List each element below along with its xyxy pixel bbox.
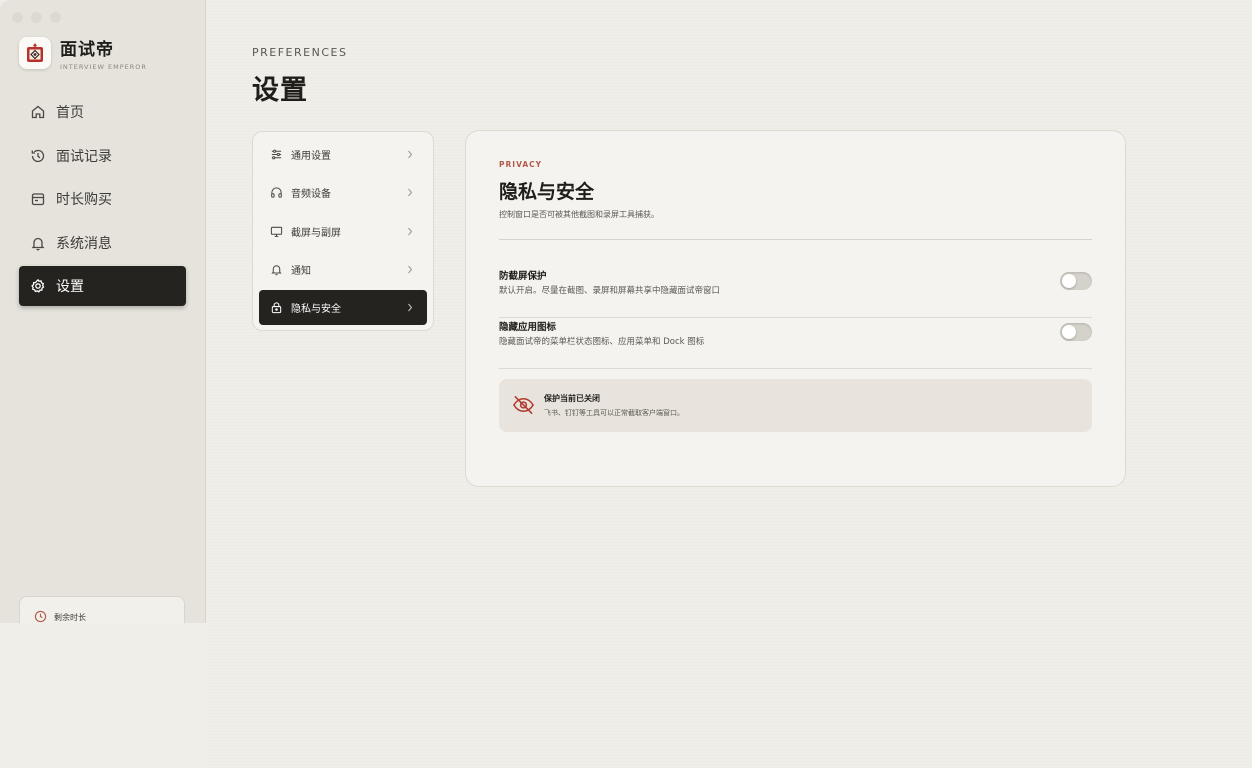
app-name: 面试帝 [60, 40, 114, 60]
sidebar-item-purchase[interactable]: 时长购买 [19, 179, 186, 219]
brand: 面试帝 INTERVIEW EMPEROR [19, 35, 147, 71]
submenu-item-general[interactable]: 通用设置 [259, 137, 427, 172]
page-title: 设置 [252, 75, 308, 106]
zoom-window-button[interactable] [50, 12, 61, 23]
setting-row-anti-screenshot: 防截屏保护 默认开启。尽量在截图、录屏和屏幕共享中隐藏面试帝窗口 [499, 268, 1092, 318]
wallet-icon [31, 193, 45, 206]
bell-icon [271, 265, 282, 276]
privacy-panel: PRIVACY 隐私与安全 控制窗口是否可被其他截图和录屏工具捕获。 防截屏保护… [465, 130, 1126, 487]
hide-app-icon-toggle[interactable] [1060, 323, 1092, 341]
chevron-right-icon [408, 303, 413, 312]
lock-icon [271, 302, 282, 314]
submenu-item-notifications[interactable]: 通知 [259, 252, 427, 287]
toggle-knob [1062, 274, 1076, 288]
setting-row-hide-icon: 隐藏应用图标 隐藏面试帝的菜单栏状态图标、应用菜单和 Dock 图标 [499, 319, 1092, 369]
sidebar-item-history[interactable]: 面试记录 [19, 136, 186, 176]
history-icon [31, 149, 45, 162]
app-subtitle: INTERVIEW EMPEROR [60, 63, 147, 71]
settings-submenu: 通用设置 音频设备 截屏与副屏 通知 隐私与安全 [252, 131, 434, 331]
submenu-item-label: 隐私与安全 [291, 304, 341, 316]
panel-title: 隐私与安全 [499, 181, 595, 203]
setting-label: 隐藏应用图标 [499, 322, 557, 333]
chevron-right-icon [408, 188, 413, 197]
sidebar-item-settings[interactable]: 设置 [19, 266, 186, 306]
remaining-time-label: 剩余时长 [54, 613, 86, 622]
app-window: 面试帝 INTERVIEW EMPEROR 首页 面试记录 时长购买 系统消息 [0, 0, 1252, 768]
setting-label: 防截屏保护 [499, 271, 547, 282]
notice-title: 保护当前已关闭 [544, 394, 600, 403]
sidebar-item-messages[interactable]: 系统消息 [19, 223, 186, 263]
gear-icon [31, 279, 45, 293]
setting-description: 默认开启。尽量在截图、录屏和屏幕共享中隐藏面试帝窗口 [499, 286, 721, 296]
close-window-button[interactable] [12, 12, 23, 23]
sidebar-nav: 首页 面试记录 时长购买 系统消息 设置 [19, 92, 186, 310]
divider [499, 239, 1092, 240]
page-eyebrow: PREFERENCES [252, 46, 348, 59]
minimize-window-button[interactable] [31, 12, 42, 23]
anti-screenshot-toggle[interactable] [1060, 272, 1092, 290]
chevron-right-icon [408, 265, 413, 274]
clock-icon [34, 610, 47, 623]
sidebar-item-home[interactable]: 首页 [19, 92, 186, 132]
chevron-right-icon [408, 227, 413, 235]
submenu-item-label: 通用设置 [291, 151, 331, 162]
emperor-seal-icon [19, 37, 51, 69]
notice-description: 飞书、钉钉等工具可以正常截取客户端窗口。 [544, 409, 684, 417]
submenu-item-label: 音频设备 [291, 189, 331, 201]
sliders-icon [271, 149, 282, 160]
sidebar-bottom-area [0, 623, 210, 768]
submenu-item-privacy[interactable]: 隐私与安全 [259, 290, 427, 326]
toggle-knob [1062, 325, 1076, 339]
window-controls [12, 12, 61, 23]
submenu-item-label: 截屏与副屏 [291, 227, 341, 239]
bell-icon [31, 237, 45, 250]
submenu-item-label: 通知 [291, 265, 311, 277]
submenu-item-audio[interactable]: 音频设备 [259, 175, 427, 210]
headphones-icon [271, 187, 282, 198]
monitor-icon [270, 226, 283, 237]
panel-description: 控制窗口是否可被其他截图和录屏工具捕获。 [499, 210, 659, 219]
sidebar-item-label: 设置 [56, 279, 84, 295]
submenu-item-screenshot[interactable]: 截屏与副屏 [259, 214, 427, 249]
home-icon [31, 105, 45, 119]
panel-eyebrow: PRIVACY [499, 160, 543, 169]
sidebar-item-label: 面试记录 [56, 148, 112, 165]
eye-off-icon [513, 396, 534, 414]
sidebar-item-label: 时长购买 [56, 192, 112, 208]
chevron-right-icon [408, 150, 413, 159]
sidebar-item-label: 系统消息 [56, 235, 112, 252]
sidebar-item-label: 首页 [56, 105, 84, 121]
setting-description: 隐藏面试帝的菜单栏状态图标、应用菜单和 Dock 图标 [499, 337, 705, 347]
protection-status-notice: 保护当前已关闭 飞书、钉钉等工具可以正常截取客户端窗口。 [499, 379, 1092, 432]
sidebar: 面试帝 INTERVIEW EMPEROR 首页 面试记录 时长购买 系统消息 [0, 0, 206, 636]
